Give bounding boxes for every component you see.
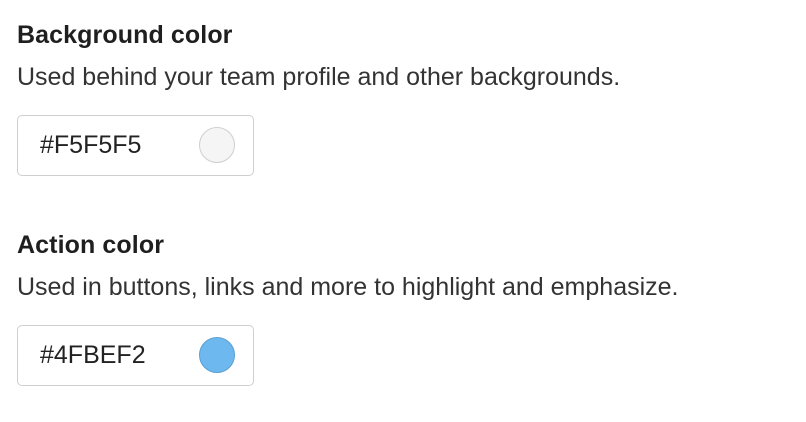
background-color-field[interactable] [17, 115, 254, 176]
action-color-section: Action color Used in buttons, links and … [17, 228, 679, 386]
action-color-title: Action color [17, 231, 165, 259]
action-color-input[interactable] [40, 326, 190, 384]
action-color-description: Used in buttons, links and more to highl… [17, 273, 679, 301]
background-color-title: Background color [17, 21, 233, 49]
background-color-input[interactable] [40, 116, 190, 174]
background-color-section: Background color Used behind your team p… [17, 18, 620, 176]
background-color-description: Used behind your team profile and other … [17, 63, 621, 91]
action-color-field[interactable] [17, 325, 254, 386]
action-color-swatch[interactable] [199, 337, 235, 373]
color-settings-panel: Background color Used behind your team p… [0, 0, 806, 422]
background-color-swatch[interactable] [199, 127, 235, 163]
